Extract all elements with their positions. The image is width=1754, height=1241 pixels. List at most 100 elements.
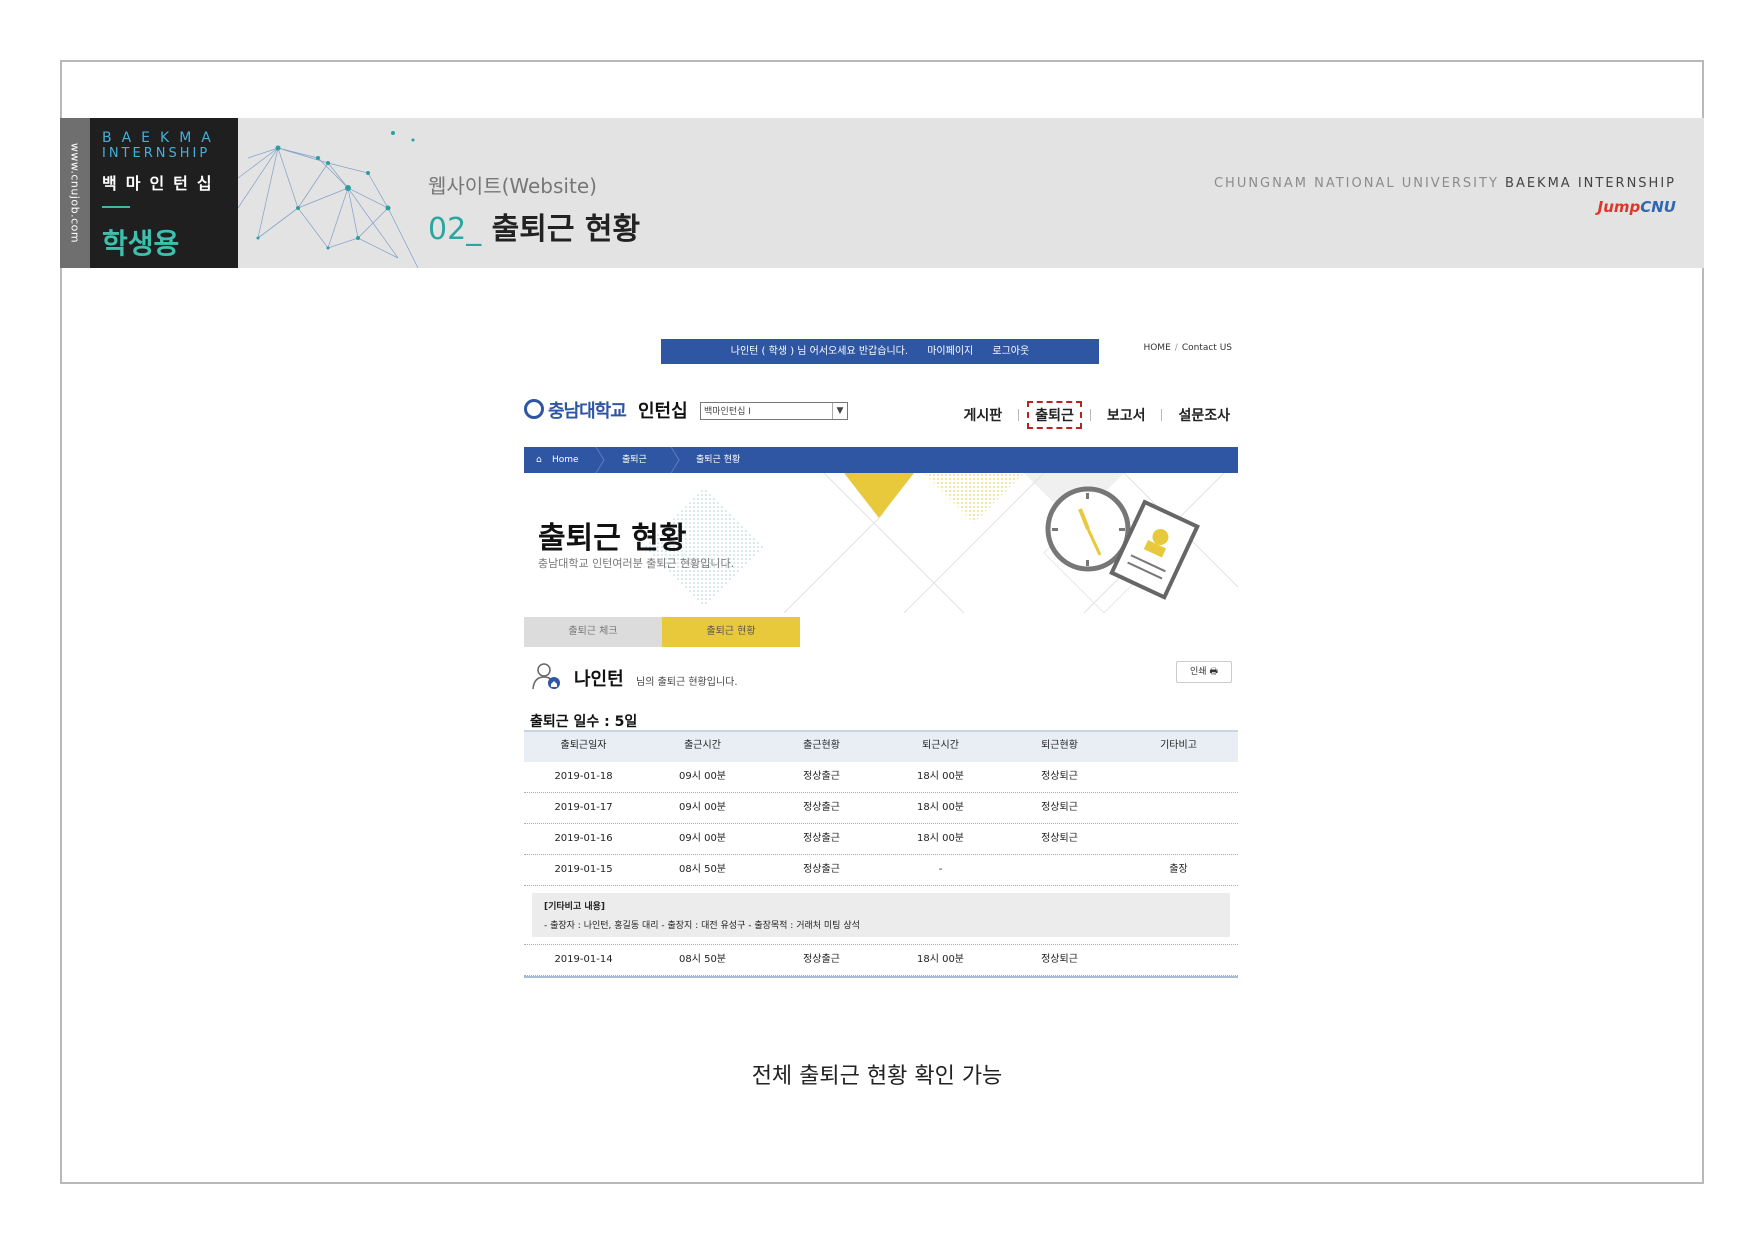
hero-subtitle: 충남대학교 인턴여러분 출퇴근 현황입니다. (538, 557, 735, 570)
col-in-status: 출근현황 (803, 740, 840, 751)
table-row: 2019-01-17 09시 00분 정상출근 18시 00분 정상퇴근 (524, 793, 1238, 824)
jump-logo-a: Jump (1597, 198, 1641, 216)
logo-suffix[interactable]: 인턴십 (638, 397, 688, 423)
cell-in-time: 08시 50분 (678, 864, 727, 875)
attendance-days: 출퇴근 일수 : 5일 (530, 714, 638, 730)
col-date: 출퇴근일자 (560, 740, 607, 751)
side-url: www.cnujob.com (68, 142, 82, 244)
cell-out-time: 18시 00분 (916, 802, 965, 813)
brand-ko: 백마인턴십 (102, 174, 221, 193)
print-label: 인쇄 (1190, 667, 1207, 677)
nav-divider (1018, 409, 1020, 421)
user-name: 나인턴 (574, 669, 624, 690)
cell-remarks (1119, 824, 1238, 854)
remarks-detail-row: [기타비고 내용] - 출장자 : 나인턴, 홍길동 대리 - 출장지 : 대전… (524, 886, 1238, 945)
jump-cnu-logo: JumpCNU (1598, 198, 1676, 216)
cell-in-status: 정상출근 (803, 833, 840, 844)
greeting-text: 나인턴 ( 학생 ) 님 어서오세요 반갑습니다. (730, 346, 909, 357)
cell-date: 2019-01-17 (554, 802, 613, 813)
table-row[interactable]: 2019-01-15 08시 50분 정상출근 - 출장 (524, 855, 1238, 886)
nav-report[interactable]: 보고서 (1099, 405, 1154, 425)
breadcrumb-home[interactable]: Home (552, 447, 579, 473)
breadcrumb-attendance[interactable]: 출퇴근 (622, 447, 647, 473)
cell-date: 2019-01-16 (554, 833, 613, 844)
table-row: 2019-01-16 09시 00분 정상출근 18시 00분 정상퇴근 (524, 824, 1238, 855)
table-header: 출퇴근일자 출근시간 출근현황 퇴근시간 퇴근현황 기타비고 (524, 730, 1238, 762)
logout-link[interactable]: 로그아웃 (992, 346, 1029, 357)
chevron-down-icon: ▼ (832, 403, 847, 419)
cell-in-status: 정상출근 (803, 954, 840, 965)
cell-out-status: 정상퇴근 (1041, 802, 1078, 813)
user-type-label: 학생용 (102, 227, 180, 260)
attendance-tabs: 출퇴근 체크 출퇴근 현황 (524, 617, 800, 647)
breadcrumb: ⌂ Home 출퇴근 출퇴근 현황 (524, 447, 1238, 473)
brand-en-2: INTERNSHIP (102, 146, 211, 161)
slide-caption: 전체 출퇴근 현황 확인 가능 (751, 1064, 1003, 1089)
cell-date: 2019-01-14 (554, 954, 613, 965)
banner-title: 02_ 출퇴근 현황 (428, 204, 640, 248)
cell-remarks (1119, 945, 1238, 975)
home-icon[interactable]: ⌂ (536, 447, 542, 473)
university-name: CHUNGNAM NATIONAL UNIVERSITY BAEKMA INTE… (1214, 176, 1676, 191)
cell-out-time: 18시 00분 (916, 954, 965, 965)
header-banner: www.cnujob.com BAEKMA INTERNSHIP 백마인턴십 학… (60, 118, 1704, 268)
cell-out-status: 정상퇴근 (1041, 833, 1078, 844)
cell-in-time: 08시 50분 (678, 954, 727, 965)
hero-section: 출퇴근 현황 충남대학교 인턴여러분 출퇴근 현황입니다. (524, 473, 1238, 613)
col-in-time: 출근시간 (684, 740, 721, 751)
user-message: 님의 출퇴근 현황입니다. (636, 677, 738, 688)
top-links: HOME / Contact US (1143, 343, 1232, 353)
printer-icon: 🖶 (1209, 667, 1218, 677)
user-icon (532, 663, 560, 690)
chevron-right-icon (670, 447, 680, 473)
attendance-table: 출퇴근일자 출근시간 출근현황 퇴근시간 퇴근현황 기타비고 2019-01-1… (524, 730, 1238, 978)
top-links-sep: / (1174, 343, 1178, 353)
cell-out-status (1000, 855, 1119, 885)
col-out-time: 퇴근시간 (922, 740, 959, 751)
nav-board[interactable]: 게시판 (956, 405, 1011, 425)
cell-in-time: 09시 00분 (678, 802, 727, 813)
cell-out-time: - (938, 864, 943, 875)
banner-title-sep: _ (466, 212, 482, 247)
cell-in-time: 09시 00분 (678, 833, 727, 844)
main-nav: 게시판 출퇴근 보고서 설문조사 (956, 401, 1238, 429)
chevron-right-icon (595, 447, 605, 473)
mypage-link[interactable]: 마이페이지 (927, 346, 973, 357)
cell-out-time: 18시 00분 (916, 833, 965, 844)
cell-out-status: 정상퇴근 (1041, 771, 1078, 782)
top-user-bar: 나인턴 ( 학생 ) 님 어서오세요 반갑습니다. 마이페이지 로그아웃 (661, 339, 1099, 364)
print-button[interactable]: 인쇄 🖶 (1176, 661, 1232, 683)
banner-title-number: 02 (428, 212, 467, 247)
nav-divider (1089, 409, 1091, 421)
remarks-note-text: - 출장자 : 나인턴, 홍길동 대리 - 출장지 : 대전 유성구 - 출장목… (544, 921, 860, 931)
brand-divider (102, 206, 130, 208)
nav-divider (1161, 409, 1163, 421)
side-url-strip: www.cnujob.com (60, 118, 90, 268)
tab-attendance-check[interactable]: 출퇴근 체크 (524, 617, 662, 647)
website-screenshot: 나인턴 ( 학생 ) 님 어서오세요 반갑습니다. 마이페이지 로그아웃 HOM… (524, 335, 1238, 978)
table-row: 2019-01-18 09시 00분 정상출근 18시 00분 정상퇴근 (524, 762, 1238, 793)
jump-logo-b: CNU (1640, 198, 1676, 216)
logo-univ[interactable]: 충남대학교 (548, 397, 627, 423)
user-info-row: 나인턴 님의 출퇴근 현황입니다. 인쇄 🖶 (530, 661, 1238, 691)
banner-subtitle: 웹사이트(Website) (428, 174, 597, 198)
cell-out-time: 18시 00분 (916, 771, 965, 782)
cell-in-time: 09시 00분 (678, 771, 727, 782)
nav-attendance[interactable]: 출퇴근 (1027, 401, 1082, 429)
cell-remarks (1119, 762, 1238, 792)
contact-link[interactable]: Contact US (1182, 343, 1232, 353)
network-graphic-icon (238, 131, 419, 268)
university-emblem-icon (524, 399, 544, 419)
cell-date: 2019-01-15 (554, 864, 613, 875)
clock-document-icon (1045, 486, 1200, 600)
program-select-value: 백마인턴십 I (704, 407, 751, 417)
cell-remarks: 출장 (1169, 864, 1188, 875)
university-name-bold: BAEKMA INTERNSHIP (1505, 176, 1676, 191)
cell-date: 2019-01-18 (554, 771, 613, 782)
table-bottom-border (524, 976, 1238, 978)
cell-in-status: 정상출근 (803, 771, 840, 782)
tab-attendance-status[interactable]: 출퇴근 현황 (662, 617, 800, 647)
program-select[interactable]: 백마인턴십 I ▼ (700, 402, 848, 420)
nav-survey[interactable]: 설문조사 (1170, 405, 1238, 425)
home-link[interactable]: HOME (1143, 343, 1170, 353)
